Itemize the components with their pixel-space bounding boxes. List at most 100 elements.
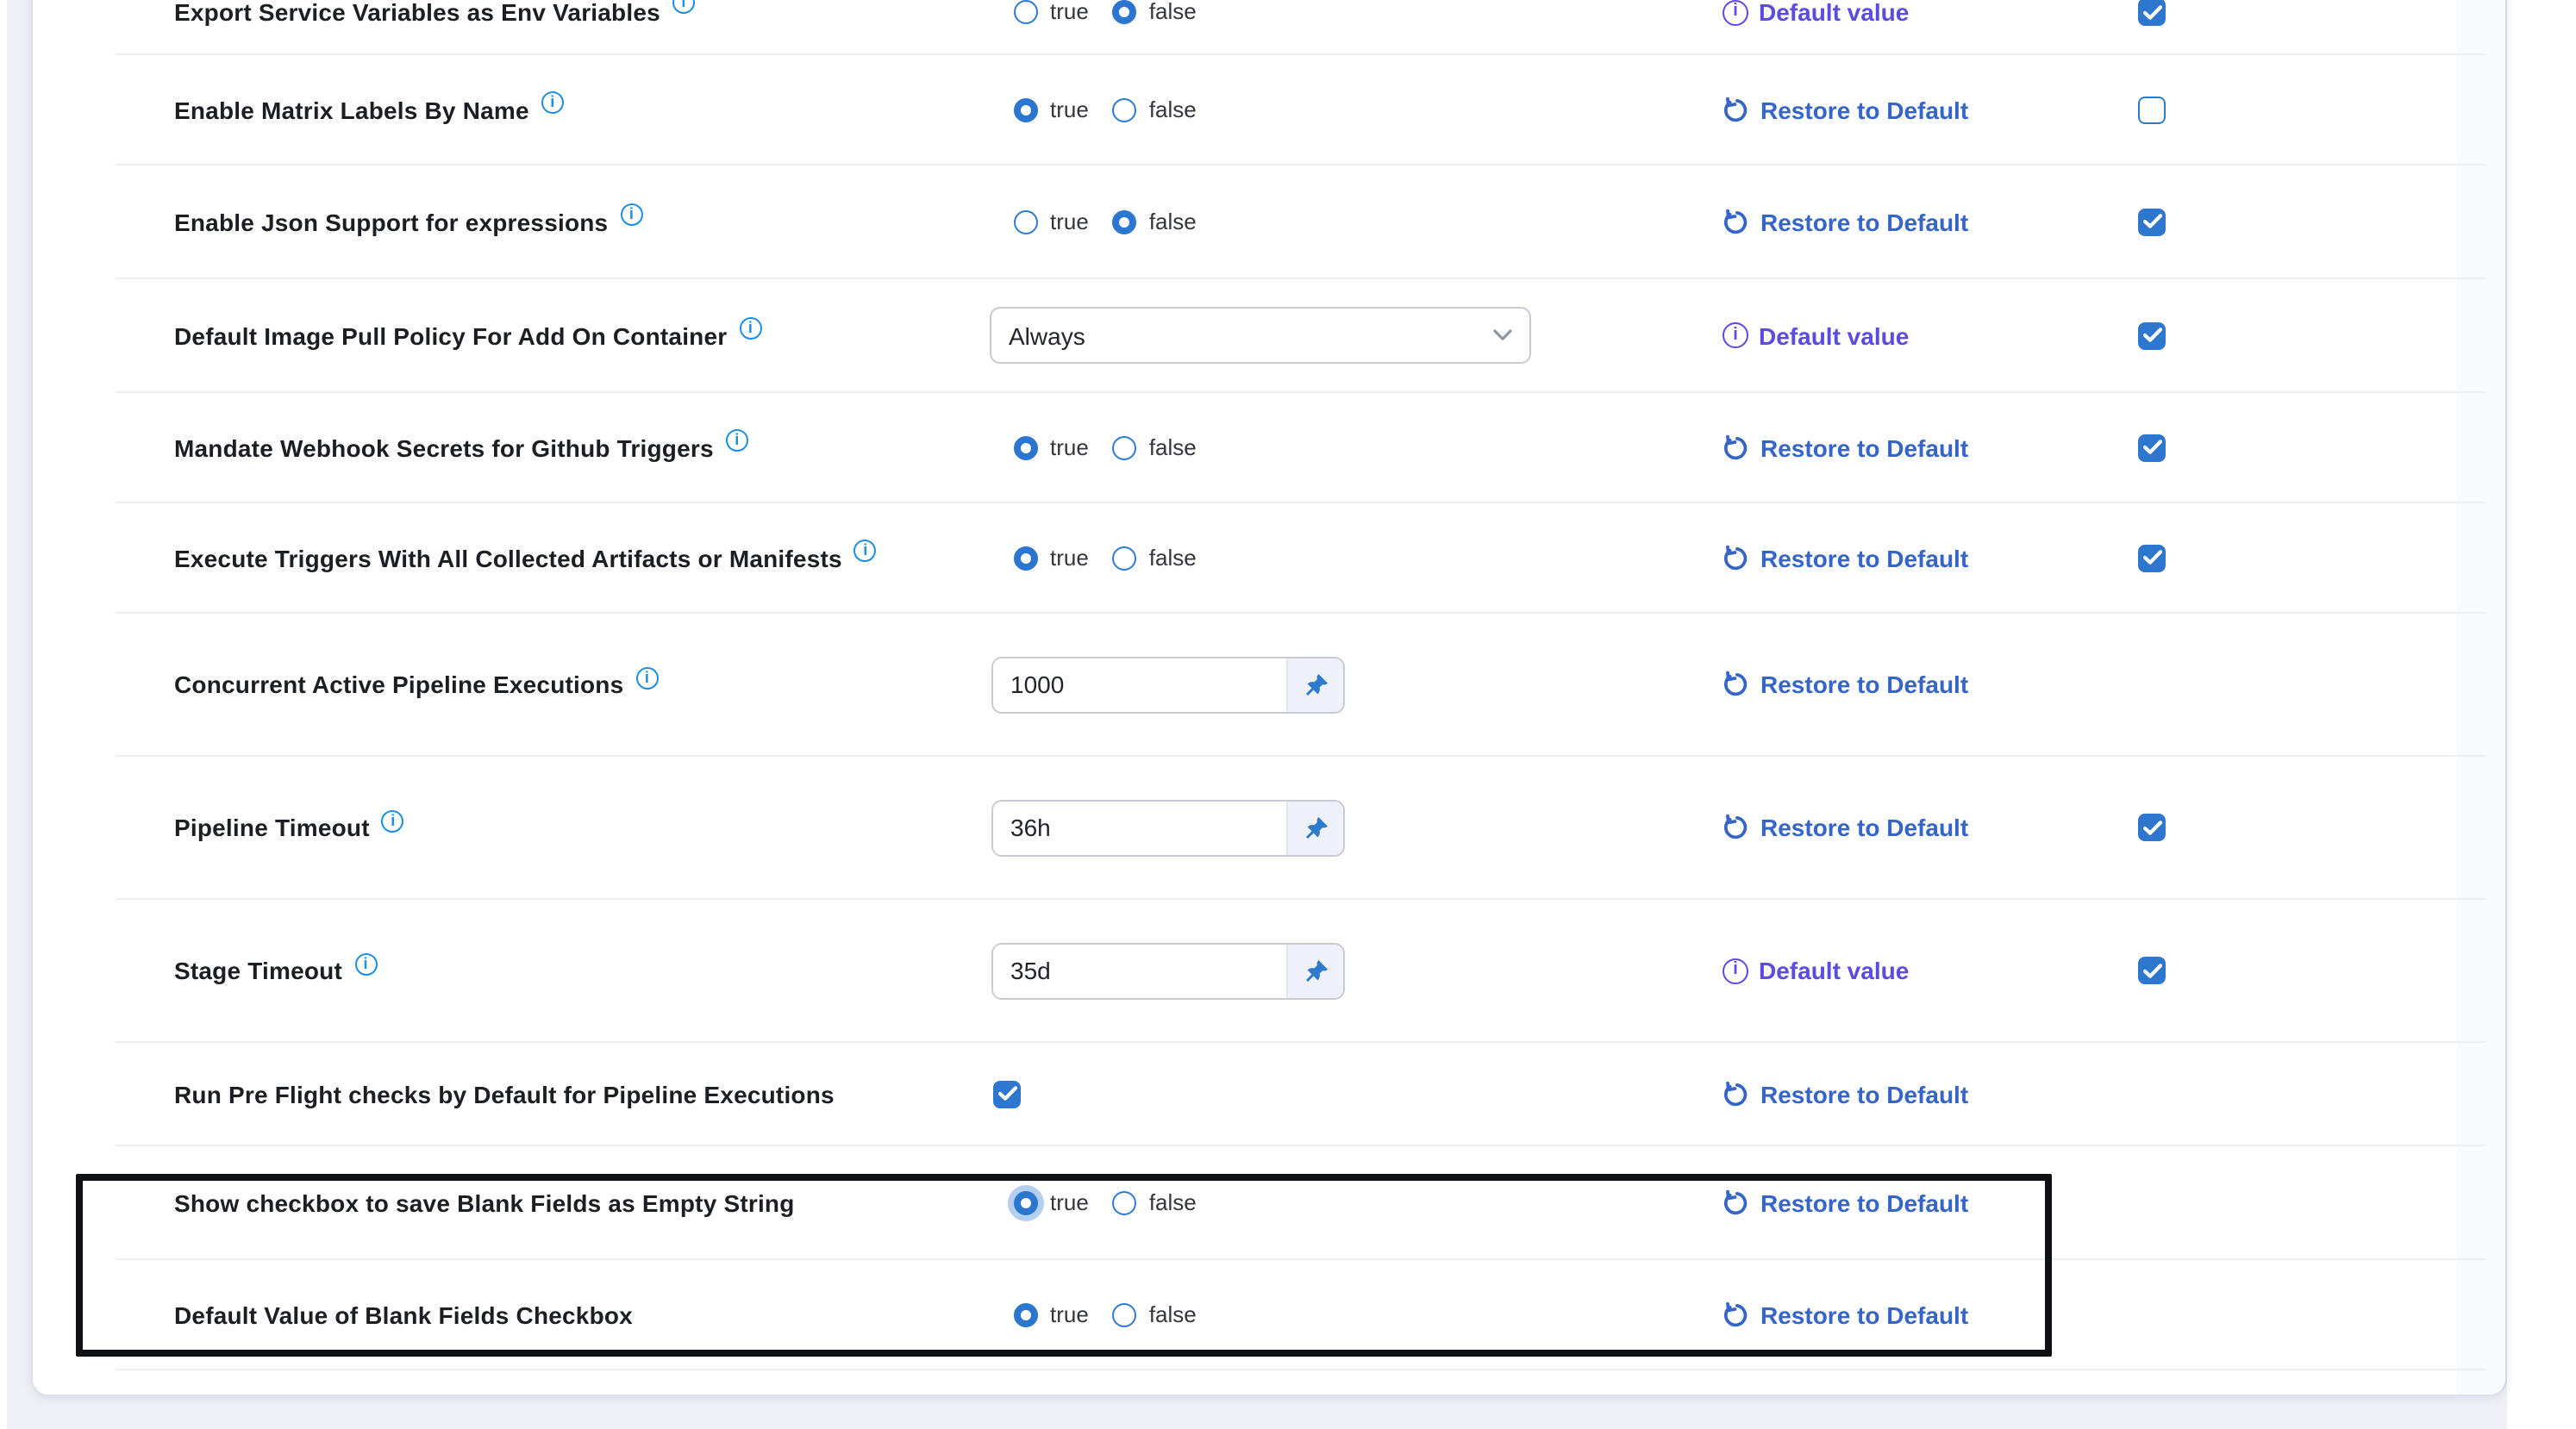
setting-label: Execute Triggers With All Collected Arti… bbox=[174, 544, 842, 571]
override-checkbox[interactable] bbox=[2138, 96, 2166, 123]
override-checkbox[interactable] bbox=[2138, 0, 2166, 26]
pipeline-settings-card: Export Service Variables as Env Variable… bbox=[31, 0, 2507, 1396]
override-checkbox[interactable] bbox=[2138, 321, 2166, 349]
setting-row-stage-timeout: Stage Timeout i i bbox=[116, 900, 2486, 1043]
restore-icon bbox=[1723, 208, 1750, 235]
restore-icon bbox=[1723, 434, 1750, 461]
info-icon[interactable]: i bbox=[854, 540, 877, 562]
radio-false-label: false bbox=[1149, 1301, 1197, 1327]
checkmark-icon bbox=[997, 1086, 1016, 1101]
override-checkbox[interactable] bbox=[2138, 544, 2166, 571]
preflight-checkbox[interactable] bbox=[993, 1080, 1021, 1108]
radio-false[interactable] bbox=[1113, 97, 1137, 122]
radio-true-label: true bbox=[1050, 434, 1089, 460]
info-icon: i bbox=[1723, 0, 1748, 25]
radio-true-label: true bbox=[1050, 209, 1089, 234]
setting-row-default-blank-fields-value: Default Value of Blank Fields Checkbox t… bbox=[116, 1260, 2486, 1370]
restore-to-default-link[interactable]: Restore to Default bbox=[1723, 544, 1968, 571]
restore-to-default-link[interactable]: Restore to Default bbox=[1723, 1189, 1968, 1216]
radio-false-label: false bbox=[1149, 0, 1197, 24]
action-label: Restore to Default bbox=[1760, 434, 1968, 461]
radio-false[interactable] bbox=[1113, 1302, 1137, 1326]
pin-button[interactable] bbox=[1286, 658, 1343, 711]
concurrent-executions-input[interactable] bbox=[993, 658, 1286, 711]
info-icon[interactable]: i bbox=[672, 0, 695, 14]
setting-row-mandate-webhook-secrets: Mandate Webhook Secrets for Github Trigg… bbox=[116, 393, 2486, 503]
settings-rows: Export Service Variables as Env Variable… bbox=[116, 2, 2486, 1370]
restore-icon bbox=[1723, 1080, 1750, 1108]
true-false-radio-group: true false bbox=[1014, 1301, 1197, 1327]
action-label: Restore to Default bbox=[1760, 208, 1968, 235]
radio-true[interactable] bbox=[1014, 435, 1038, 459]
pin-icon bbox=[1303, 671, 1329, 697]
radio-false[interactable] bbox=[1113, 546, 1137, 570]
radio-false-label: false bbox=[1149, 545, 1197, 571]
action-label: Restore to Default bbox=[1760, 1301, 1968, 1328]
radio-true[interactable] bbox=[1014, 97, 1038, 122]
stage-timeout-field bbox=[991, 942, 1345, 999]
pin-icon bbox=[1303, 958, 1329, 983]
pin-button[interactable] bbox=[1286, 801, 1343, 854]
pin-icon bbox=[1303, 814, 1329, 840]
override-checkbox[interactable] bbox=[2138, 957, 2166, 984]
radio-false[interactable] bbox=[1113, 209, 1137, 234]
concurrent-executions-field bbox=[991, 656, 1345, 713]
restore-to-default-link[interactable]: Restore to Default bbox=[1723, 434, 1968, 461]
info-icon[interactable]: i bbox=[726, 429, 748, 452]
setting-label: Mandate Webhook Secrets for Github Trigg… bbox=[174, 434, 714, 461]
restore-to-default-link[interactable]: Restore to Default bbox=[1723, 1080, 1968, 1108]
radio-true-label: true bbox=[1050, 1189, 1089, 1215]
default-value-link[interactable]: i Default value bbox=[1723, 0, 1909, 26]
restore-to-default-link[interactable]: Restore to Default bbox=[1723, 671, 1968, 698]
action-label: Restore to Default bbox=[1760, 671, 1968, 698]
radio-true[interactable] bbox=[1014, 546, 1038, 570]
radio-false-label: false bbox=[1149, 97, 1197, 122]
info-icon[interactable]: i bbox=[382, 809, 404, 832]
stage-timeout-input[interactable] bbox=[993, 944, 1286, 997]
info-icon[interactable]: i bbox=[620, 203, 642, 226]
radio-true[interactable] bbox=[1014, 1302, 1038, 1326]
radio-false[interactable] bbox=[1113, 435, 1137, 459]
info-icon: i bbox=[1723, 958, 1748, 983]
checkmark-icon bbox=[2142, 328, 2161, 343]
radio-true[interactable] bbox=[1014, 0, 1038, 23]
action-label: Restore to Default bbox=[1760, 1189, 1968, 1216]
checkmark-icon bbox=[2142, 214, 2161, 229]
radio-true[interactable] bbox=[1014, 209, 1038, 234]
restore-icon bbox=[1723, 671, 1750, 698]
default-value-link[interactable]: i Default value bbox=[1723, 321, 1909, 349]
image-pull-policy-select[interactable]: Always bbox=[990, 307, 1531, 364]
action-label: Default value bbox=[1759, 0, 1909, 26]
action-label: Restore to Default bbox=[1760, 814, 1968, 841]
true-false-radio-group: true false bbox=[1014, 434, 1197, 460]
restore-to-default-link[interactable]: Restore to Default bbox=[1723, 814, 1968, 841]
pipeline-timeout-input[interactable] bbox=[993, 801, 1286, 854]
restore-to-default-link[interactable]: Restore to Default bbox=[1723, 208, 1968, 235]
radio-false-label: false bbox=[1149, 1189, 1197, 1215]
pipeline-timeout-field bbox=[991, 799, 1345, 856]
radio-false[interactable] bbox=[1113, 1190, 1137, 1214]
info-icon[interactable]: i bbox=[354, 952, 377, 975]
info-icon[interactable]: i bbox=[541, 91, 564, 114]
default-value-link[interactable]: i Default value bbox=[1723, 957, 1909, 984]
pin-button[interactable] bbox=[1286, 944, 1343, 997]
checkmark-icon bbox=[2142, 4, 2161, 20]
restore-icon bbox=[1723, 814, 1750, 841]
restore-to-default-link[interactable]: Restore to Default bbox=[1723, 1301, 1968, 1328]
override-checkbox[interactable] bbox=[2138, 814, 2166, 841]
action-label: Default value bbox=[1759, 957, 1909, 984]
action-label: Default value bbox=[1759, 321, 1909, 349]
select-value: Always bbox=[1009, 321, 1493, 349]
action-label: Restore to Default bbox=[1760, 1080, 1968, 1108]
radio-false-label: false bbox=[1149, 209, 1197, 234]
radio-true[interactable] bbox=[1014, 1190, 1038, 1214]
restore-icon bbox=[1723, 1189, 1750, 1216]
restore-to-default-link[interactable]: Restore to Default bbox=[1723, 96, 1968, 123]
setting-label: Show checkbox to save Blank Fields as Em… bbox=[174, 1189, 795, 1216]
setting-row-enable-matrix-labels: Enable Matrix Labels By Name i true fals… bbox=[116, 55, 2486, 165]
info-icon[interactable]: i bbox=[739, 317, 761, 340]
override-checkbox[interactable] bbox=[2138, 208, 2166, 235]
info-icon[interactable]: i bbox=[635, 666, 658, 689]
radio-false[interactable] bbox=[1113, 0, 1137, 23]
override-checkbox[interactable] bbox=[2138, 434, 2166, 461]
